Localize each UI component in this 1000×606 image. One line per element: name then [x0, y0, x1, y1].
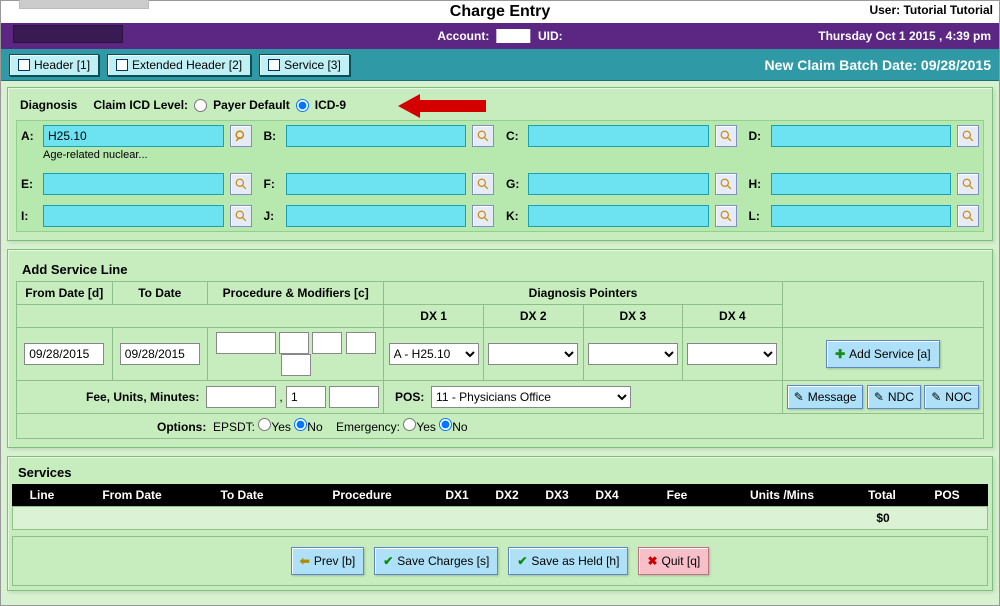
- diagnosis-panel: Diagnosis Claim ICD Level: Payer Default…: [7, 87, 993, 241]
- tab-service[interactable]: Service [3]: [259, 54, 350, 76]
- quit-button[interactable]: ✖Quit [q]: [638, 547, 709, 575]
- to-date-input[interactable]: [120, 343, 200, 365]
- account-label: Account:: [437, 29, 489, 43]
- add-service-button[interactable]: ✚Add Service [a]: [826, 340, 939, 368]
- diag-input-d[interactable]: [771, 125, 952, 147]
- wand-icon: ✎: [794, 390, 804, 404]
- tab-header[interactable]: Header [1]: [9, 54, 99, 76]
- services-header-row: Line From Date To Date Procedure DX1 DX2…: [12, 484, 988, 506]
- search-icon[interactable]: [230, 173, 252, 195]
- dx4-select[interactable]: [687, 343, 777, 365]
- diag-input-b[interactable]: [286, 125, 467, 147]
- diag-desc-a: Age-related nuclear...: [43, 149, 252, 163]
- annotation-arrow: [398, 92, 488, 120]
- status-text: New Claim Batch Date: 09/28/2015: [765, 57, 991, 73]
- diag-input-k[interactable]: [528, 205, 709, 227]
- diag-input-f[interactable]: [286, 173, 467, 195]
- radio-epsdt-no[interactable]: [294, 418, 307, 431]
- search-icon[interactable]: [715, 125, 737, 147]
- icd-level-label: Claim ICD Level:: [93, 98, 188, 112]
- check-icon: ✔: [383, 554, 393, 568]
- diagnosis-grid: A: Age-related nuclear... B: C:: [16, 120, 984, 232]
- message-button[interactable]: ✎Message: [787, 385, 864, 409]
- ndc-button[interactable]: ✎NDC: [867, 385, 921, 409]
- units-input[interactable]: [286, 386, 326, 408]
- tab-icon: [18, 59, 30, 71]
- dx1-select[interactable]: A - H25.10: [389, 343, 479, 365]
- tab-bar: Header [1] Extended Header [2] Service […: [1, 49, 999, 81]
- search-icon[interactable]: [957, 205, 979, 227]
- close-icon: ✖: [647, 554, 657, 568]
- service-table: From Date [d] To Date Procedure & Modifi…: [16, 281, 984, 439]
- search-icon[interactable]: [472, 173, 494, 195]
- noc-button[interactable]: ✎NOC: [924, 385, 979, 409]
- search-icon[interactable]: [230, 125, 252, 147]
- tab-icon: [116, 59, 128, 71]
- radio-emergency-no[interactable]: [439, 418, 452, 431]
- redacted-label: [19, 0, 149, 9]
- search-icon[interactable]: [957, 173, 979, 195]
- page-title: Charge Entry: [450, 3, 550, 20]
- services-total: $0: [843, 507, 923, 529]
- add-service-panel: Add Service Line From Date [d] To Date P…: [7, 249, 993, 448]
- services-total-row: $0: [12, 506, 988, 530]
- radio-epsdt-yes[interactable]: [258, 418, 271, 431]
- search-icon[interactable]: [715, 173, 737, 195]
- modifier-3-input[interactable]: [346, 332, 376, 354]
- tab-icon: [268, 59, 280, 71]
- save-charges-button[interactable]: ✔Save Charges [s]: [374, 547, 498, 575]
- search-icon[interactable]: [715, 205, 737, 227]
- search-icon[interactable]: [472, 125, 494, 147]
- procedure-input[interactable]: [216, 332, 276, 354]
- diag-input-e[interactable]: [43, 173, 224, 195]
- arrow-left-icon: ⬅: [300, 554, 310, 568]
- diag-input-g[interactable]: [528, 173, 709, 195]
- diag-input-j[interactable]: [286, 205, 467, 227]
- account-value: [497, 29, 531, 43]
- title-bar: Charge Entry User: Tutorial Tutorial: [1, 1, 999, 23]
- modifier-1-input[interactable]: [279, 332, 309, 354]
- from-date-input[interactable]: [24, 343, 104, 365]
- dx2-select[interactable]: [488, 343, 578, 365]
- diagnosis-title: Diagnosis: [20, 98, 77, 112]
- prev-button[interactable]: ⬅Prev [b]: [291, 547, 364, 575]
- search-icon[interactable]: [230, 205, 252, 227]
- diag-input-l[interactable]: [771, 205, 952, 227]
- services-panel: Services Line From Date To Date Procedur…: [7, 456, 993, 591]
- radio-emergency-yes[interactable]: [403, 418, 416, 431]
- wand-icon: ✎: [931, 390, 941, 404]
- diag-input-h[interactable]: [771, 173, 952, 195]
- search-icon[interactable]: [472, 205, 494, 227]
- user-label: User: Tutorial Tutorial: [869, 3, 993, 17]
- redacted-patient: [13, 25, 123, 43]
- add-service-title: Add Service Line: [16, 258, 984, 281]
- plus-icon: ✚: [835, 347, 845, 361]
- datetime: Thursday Oct 1 2015 , 4:39 pm: [818, 29, 991, 43]
- modifier-2-input[interactable]: [312, 332, 342, 354]
- radio-payer-default[interactable]: [194, 99, 207, 112]
- bottom-actions: ⬅Prev [b] ✔Save Charges [s] ✔Save as Hel…: [12, 536, 988, 586]
- tab-extended-header[interactable]: Extended Header [2]: [107, 54, 251, 76]
- save-held-button[interactable]: ✔Save as Held [h]: [508, 547, 628, 575]
- uid-label: UID:: [538, 29, 563, 43]
- dx3-select[interactable]: [588, 343, 678, 365]
- diag-input-c[interactable]: [528, 125, 709, 147]
- diag-label-a: A:: [21, 129, 37, 143]
- pos-select[interactable]: 11 - Physicians Office: [431, 386, 631, 408]
- radio-icd9[interactable]: [296, 99, 309, 112]
- modifier-4-input[interactable]: [281, 354, 311, 376]
- diag-input-i[interactable]: [43, 205, 224, 227]
- check-icon: ✔: [517, 554, 527, 568]
- diag-input-a[interactable]: [43, 125, 224, 147]
- fee-input[interactable]: [206, 386, 276, 408]
- search-icon[interactable]: [957, 125, 979, 147]
- wand-icon: ✎: [874, 390, 884, 404]
- account-bar: Account: UID: Thursday Oct 1 2015 , 4:39…: [1, 23, 999, 49]
- minutes-input[interactable]: [329, 386, 379, 408]
